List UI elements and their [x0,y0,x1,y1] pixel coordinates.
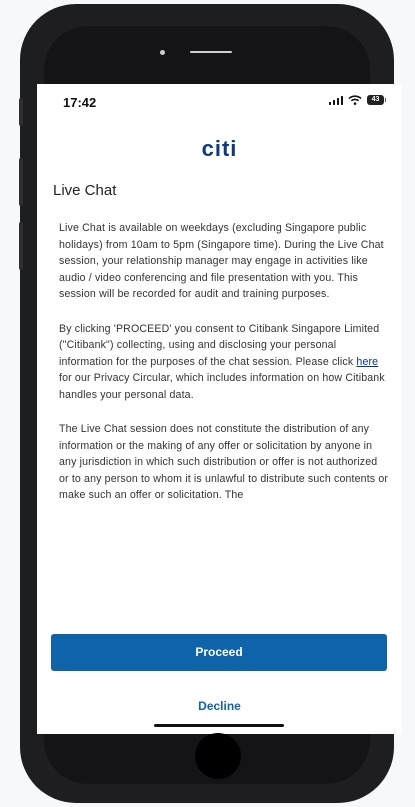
signal-icon [328,95,343,105]
battery-icon: 43 [367,95,386,105]
home-indicator [154,724,284,727]
proceed-button[interactable]: Proceed [51,634,387,671]
decline-button[interactable]: Decline [167,694,272,718]
status-time: 17:42 [63,95,97,110]
paragraph-consent: By clicking 'PROCEED' you consent to Cit… [59,321,389,404]
consent-text-start: By clicking 'PROCEED' you consent to Cit… [59,322,380,368]
terms-content: Live Chat is available on weekdays (excl… [59,220,389,522]
brand-logo-row: citi [37,136,402,162]
consent-text-end: for our Privacy Circular, which includes… [59,372,385,401]
front-camera [160,50,165,55]
phone-volume-down-button [19,222,23,270]
phone-volume-up-button [19,158,23,206]
home-button[interactable] [195,733,241,779]
phone-silent-switch [19,98,23,126]
wifi-icon [348,95,362,105]
citi-logo: citi [201,136,238,161]
status-icons: 43 [328,95,386,105]
paragraph-availability: Live Chat is available on weekdays (excl… [59,222,384,300]
phone-screen: 17:42 43 citi Live Chat Live Chat is ava… [37,84,402,734]
earpiece-speaker [190,51,232,53]
status-bar: 17:42 43 [37,84,402,124]
privacy-circular-link[interactable]: here [356,356,378,368]
page-title: Live Chat [53,182,117,199]
paragraph-disclaimer: The Live Chat session does not constitut… [59,423,389,501]
